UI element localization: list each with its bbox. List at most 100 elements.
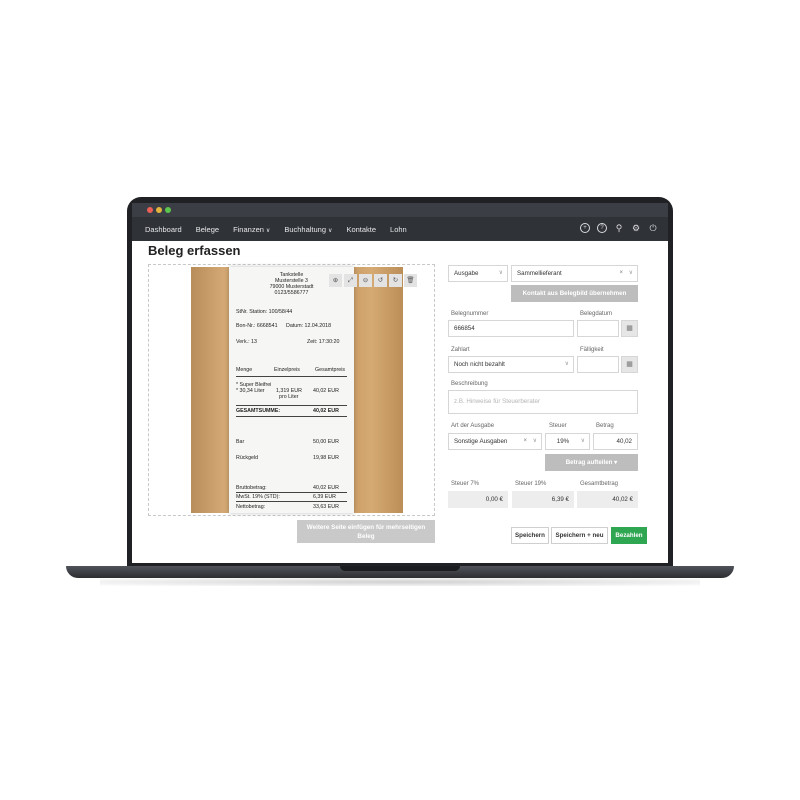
clear-icon[interactable]: ×: [619, 266, 623, 281]
receipt-header: 0123/5586777: [274, 290, 309, 296]
art-select[interactable]: Sonstige Ausgaben × ∨: [448, 433, 542, 450]
search-icon[interactable]: ⚲: [614, 223, 624, 233]
belegdatum-input[interactable]: [577, 320, 619, 337]
clear-icon[interactable]: ×: [523, 434, 527, 449]
chevron-down-icon: ∨: [564, 361, 569, 367]
trash-icon[interactable]: 🗑: [404, 274, 417, 287]
chevron-down-icon: ∨: [532, 438, 537, 444]
receipt-verk: Verk.: 13: [236, 339, 257, 345]
add-page-button-label: Weitere Seite einfügen für mehrseitigen: [306, 524, 426, 531]
belegdatum-label: Belegdatum: [580, 311, 613, 317]
receipt-image: Tankstelle Musterstelle 3 79000 Musterst…: [229, 267, 354, 513]
gesamt-label: Gesamtbetrag: [580, 481, 619, 487]
receipt-bar-value: 50,00 EUR: [313, 439, 339, 445]
receipt-rueck-value: 19,98 EUR: [313, 455, 339, 461]
page-title: Beleg erfassen: [148, 243, 241, 258]
receipt-divider: [236, 492, 347, 493]
receipt-divider: [236, 416, 347, 417]
chevron-down-icon: ∨: [328, 227, 333, 234]
beschreibung-input[interactable]: z.B. Hinweise für Steuerberater: [448, 390, 638, 414]
chevron-down-icon: ∨: [580, 438, 585, 444]
receipt-item-total: 40,02 EUR: [313, 388, 339, 394]
receipt-netto-value: 33,63 EUR: [313, 504, 339, 510]
contact-from-image-button[interactable]: Kontakt aus Belegbild übernehmen: [511, 285, 638, 302]
add-page-button-label: Beleg: [357, 533, 375, 540]
nav-finanzen[interactable]: Finanzen ∨: [233, 225, 270, 234]
contact-select[interactable]: Sammellieferant × ∨: [511, 265, 638, 282]
image-toolbar: ⊕ ⤢ ⊖ ↺ ↻ 🗑: [329, 274, 417, 287]
betrag-label: Betrag: [596, 423, 614, 429]
faelligkeit-label: Fälligkeit: [580, 347, 604, 353]
calendar-icon[interactable]: ▦: [621, 356, 638, 373]
zahlart-label: Zahlart: [451, 347, 470, 353]
receipt-bar-label: Bar: [236, 439, 245, 445]
receipt-station: StNr. Station: 100/58/44: [236, 309, 293, 315]
belegnummer-input[interactable]: 666854: [448, 320, 574, 337]
zahlart-select[interactable]: Noch nicht bezahlt ∨: [448, 356, 574, 373]
receipt-brutto-value: 40,02 EUR: [313, 485, 339, 491]
maximize-window-button[interactable]: [165, 207, 171, 213]
tax19-value: 6,39 €: [512, 491, 574, 508]
laptop-shadow: [100, 578, 700, 586]
receipt-brutto-label: Bruttobetrag:: [236, 485, 267, 491]
steuer-label: Steuer: [549, 423, 567, 429]
receipt-col-menge: Menge: [236, 367, 253, 373]
nav-buchhaltung[interactable]: Buchhaltung ∨: [284, 225, 332, 234]
chevron-down-icon: ∨: [628, 270, 633, 276]
zoom-in-icon[interactable]: ⊕: [329, 274, 342, 287]
app-screen: Dashboard Belege Finanzen ∨ Buchhaltung ∨ …: [132, 203, 668, 563]
receipt-bon: Bon-Nr.: 6668541: [236, 323, 278, 329]
steuer-select[interactable]: 19% ∨: [545, 433, 590, 450]
tax19-label: Steuer 19%: [515, 481, 547, 487]
nav-kontakte[interactable]: Kontakte: [346, 225, 376, 234]
faelligkeit-input[interactable]: [577, 356, 619, 373]
chevron-down-icon: ∨: [498, 270, 503, 276]
rotate-left-icon[interactable]: ↺: [374, 274, 387, 287]
receipt-rueck-label: Rückgeld: [236, 455, 259, 461]
laptop-notch: [340, 566, 460, 571]
rotate-right-icon[interactable]: ↻: [389, 274, 402, 287]
save-button[interactable]: Speichern: [511, 527, 549, 544]
nav-dashboard[interactable]: Dashboard: [145, 225, 182, 234]
calendar-icon[interactable]: ▦: [621, 320, 638, 337]
pay-button[interactable]: Bezahlen: [611, 527, 647, 544]
help-icon[interactable]: ?: [597, 223, 607, 233]
zoom-out-icon[interactable]: ⊖: [359, 274, 372, 287]
power-icon[interactable]: ⏻: [648, 223, 658, 233]
receipt-time: Zeit: 17:30:20: [307, 339, 340, 345]
gesamt-value: 40,02 €: [577, 491, 638, 508]
receipt-col-einzel: Einzelpreis: [274, 367, 300, 373]
close-window-button[interactable]: [147, 207, 153, 213]
beschreibung-label: Beschreibung: [451, 381, 488, 387]
main-nav: Dashboard Belege Finanzen ∨ Buchhaltung ∨ …: [132, 217, 668, 241]
settings-icon[interactable]: ⚙: [631, 223, 641, 233]
receipt-item-qty: * 30,34 Liter: [236, 388, 265, 394]
receipt-mwst-label: MwSt. 19% (STD):: [236, 494, 280, 500]
plus-circle-icon[interactable]: +: [580, 223, 590, 233]
receipt-divider: [236, 501, 347, 502]
save-new-button[interactable]: Speichern + neu: [551, 527, 608, 544]
minimize-window-button[interactable]: [156, 207, 162, 213]
tax7-value: 0,00 €: [448, 491, 508, 508]
window-titlebar: [132, 203, 668, 217]
nav-lohn[interactable]: Lohn: [390, 225, 407, 234]
receipt-date: Datum: 12.04.2018: [286, 323, 332, 329]
split-amount-button[interactable]: Betrag aufteilen ▾: [545, 454, 638, 471]
receipt-sum-value: 40,02 EUR: [313, 408, 339, 414]
nav-belege[interactable]: Belege: [196, 225, 219, 234]
receipt-col-gesamt: Gesamtpreis: [315, 367, 346, 373]
receipt-divider: [236, 405, 347, 406]
receipt-sum-label: GESAMTSUMME:: [236, 408, 281, 414]
type-select[interactable]: Ausgabe ∨: [448, 265, 508, 282]
expand-icon[interactable]: ⤢: [344, 274, 357, 287]
receipt-item-unit-2: pro Liter: [279, 394, 299, 400]
tax7-label: Steuer 7%: [451, 481, 480, 487]
betrag-input[interactable]: 40,02: [593, 433, 638, 450]
receipt-netto-label: Nettobetrag:: [236, 504, 266, 510]
chevron-down-icon: ∨: [265, 227, 271, 234]
receipt-mwst-value: 6,39 EUR: [313, 494, 336, 500]
belegnummer-label: Belegnummer: [451, 311, 489, 317]
art-label: Art der Ausgabe: [451, 423, 495, 429]
add-page-button[interactable]: Weitere Seite einfügen für mehrseitigen …: [297, 520, 435, 543]
receipt-divider: [236, 376, 347, 377]
